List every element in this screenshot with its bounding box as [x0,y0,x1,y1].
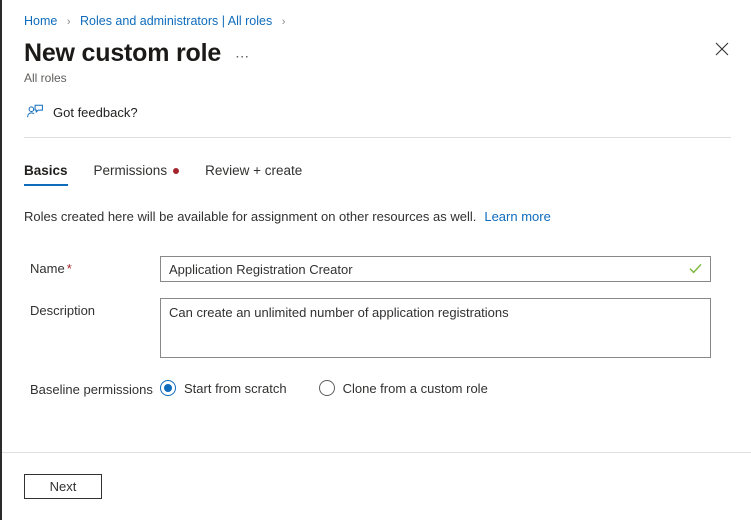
breadcrumb-item-roles-and-administrators[interactable]: Roles and administrators | All roles [80,14,272,28]
close-icon [715,42,729,56]
close-button[interactable] [711,38,733,60]
radio-start-from-scratch[interactable]: Start from scratch [160,380,287,396]
page-title: New custom role [24,38,221,68]
breadcrumb-chevron-icon: › [282,16,286,28]
info-text-row: Roles created here will be available for… [2,186,751,226]
tab-permissions-alert-dot-icon [173,168,179,174]
blade-content: Roles created here will be available for… [2,186,751,452]
blade-header: New custom role ⋯ [2,30,751,68]
next-button[interactable]: Next [24,474,102,499]
tab-review-create[interactable]: Review + create [205,163,302,186]
baseline-permissions-radio-group: Start from scratch Clone from a custom r… [160,377,711,396]
tab-permissions[interactable]: Permissions [94,163,180,186]
tab-review-create-label: Review + create [205,163,302,178]
breadcrumb-item-home[interactable]: Home [24,14,57,28]
basics-form: Name* Description [2,226,751,403]
tab-basics-label: Basics [24,163,68,178]
radio-start-from-scratch-label: Start from scratch [184,381,287,396]
tab-permissions-label: Permissions [94,163,168,178]
blade-new-custom-role: Home › Roles and administrators | All ro… [0,0,751,520]
page-subtitle: All roles [2,68,751,86]
radio-clone-from-custom-role-label: Clone from a custom role [343,381,488,396]
got-feedback-label: Got feedback? [53,105,138,120]
tab-basics[interactable]: Basics [24,163,68,186]
breadcrumb-chevron-icon: › [67,16,71,28]
description-textarea[interactable] [160,298,711,358]
baseline-permissions-control: Start from scratch Clone from a custom r… [160,377,732,396]
breadcrumb: Home › Roles and administrators | All ro… [2,0,751,30]
tab-bar: Basics Permissions Review + create [2,138,751,186]
name-field-control [160,256,732,282]
name-label-text: Name [30,261,65,276]
blade-footer: Next [2,452,751,520]
description-field-label: Description [2,298,160,324]
got-feedback-button[interactable]: Got feedback? [2,86,751,124]
baseline-permissions-label: Baseline permissions [2,377,160,403]
name-field-label: Name* [2,256,160,282]
field-row-baseline-permissions: Baseline permissions Start from scratch … [2,377,751,403]
field-row-description: Description [2,298,751,361]
name-input-wrap [160,256,711,282]
field-row-name: Name* [2,256,751,282]
feedback-person-icon [26,103,44,121]
description-field-control [160,298,732,361]
name-input[interactable] [160,256,711,282]
radio-clone-from-custom-role[interactable]: Clone from a custom role [319,380,488,396]
more-options-button[interactable]: ⋯ [235,51,251,61]
info-text: Roles created here will be available for… [24,209,476,224]
required-asterisk: * [67,261,72,276]
radio-selected-icon [160,380,176,396]
radio-unselected-icon [319,380,335,396]
learn-more-link[interactable]: Learn more [484,209,550,224]
